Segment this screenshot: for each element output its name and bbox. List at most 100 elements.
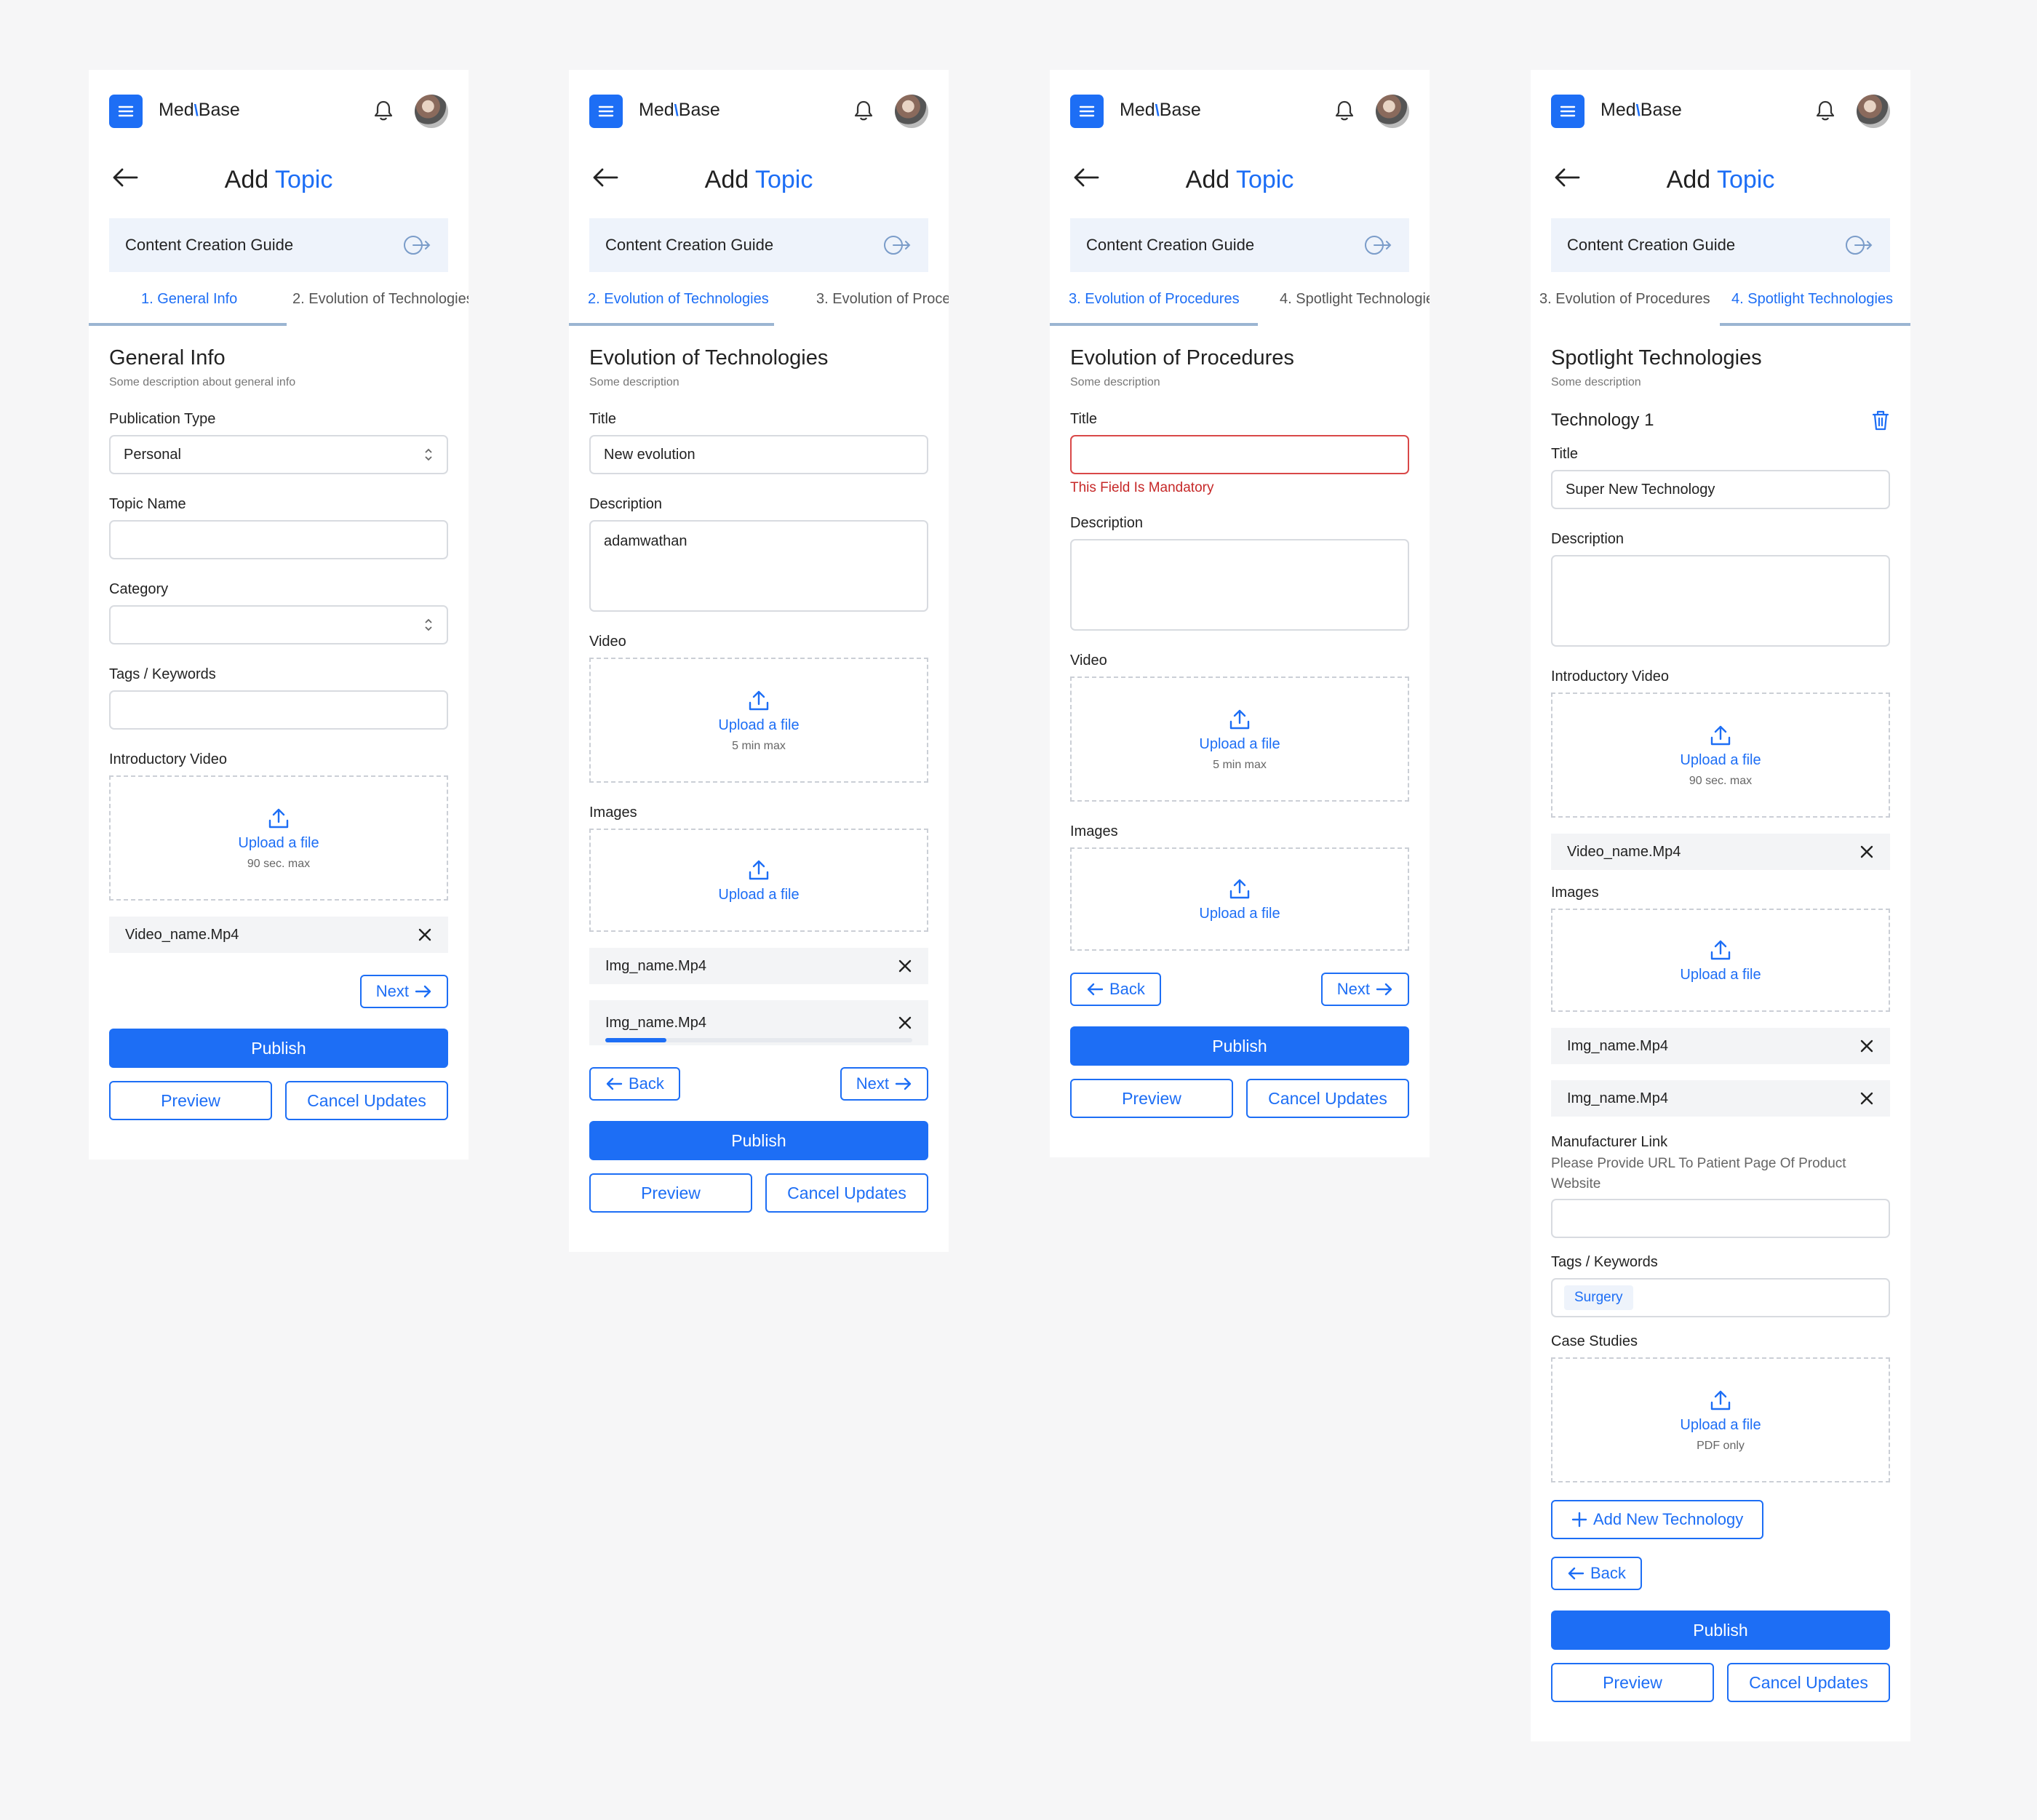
tab-evolution-procedures[interactable]: 3. Evolution of Procedures — [816, 291, 949, 308]
publish-button[interactable]: Publish — [109, 1029, 448, 1068]
step-tabs: 1. General Info 2. Evolution of Technolo… — [89, 272, 469, 326]
menu-icon — [598, 105, 614, 117]
close-icon[interactable] — [1859, 845, 1874, 859]
cancel-updates-button[interactable]: Cancel Updates — [1246, 1079, 1409, 1118]
exit-icon — [404, 236, 431, 255]
publish-button[interactable]: Publish — [1551, 1611, 1890, 1650]
error-message: This Field Is Mandatory — [1070, 480, 1214, 495]
cancel-updates-button[interactable]: Cancel Updates — [1727, 1663, 1890, 1702]
avatar[interactable] — [1376, 95, 1409, 128]
back-arrow-button[interactable] — [591, 166, 620, 193]
publish-button[interactable]: Publish — [1070, 1026, 1409, 1066]
add-new-technology-button[interactable]: Add New Technology — [1551, 1500, 1764, 1539]
avatar[interactable] — [895, 95, 928, 128]
menu-button[interactable] — [589, 95, 623, 128]
upload-progress-fill — [605, 1038, 667, 1042]
upload-link[interactable]: Upload a file — [718, 887, 799, 903]
cancel-updates-button[interactable]: Cancel Updates — [285, 1081, 448, 1120]
description-textarea[interactable]: adamwathan — [589, 520, 928, 612]
close-icon[interactable] — [1859, 1039, 1874, 1053]
description-textarea[interactable] — [1551, 555, 1890, 647]
back-arrow-button[interactable] — [111, 166, 140, 193]
notification-button[interactable] — [1814, 99, 1836, 126]
next-button[interactable]: Next — [1320, 973, 1409, 1006]
brand-logo[interactable]: Med\Base — [159, 100, 240, 121]
upload-link[interactable]: Upload a file — [1680, 1417, 1761, 1434]
title-input[interactable]: Super New Technology — [1551, 470, 1890, 509]
back-button[interactable]: Back — [1551, 1557, 1642, 1590]
tab-general-info[interactable]: 1. General Info — [141, 291, 237, 308]
tags-input[interactable]: Surgery — [1551, 1278, 1890, 1317]
publish-button[interactable]: Publish — [589, 1121, 928, 1160]
images-upload-dropzone[interactable]: Upload a file — [589, 829, 928, 932]
tag-chip[interactable]: Surgery — [1564, 1285, 1633, 1310]
content-guide-bar[interactable]: Content Creation Guide — [589, 218, 928, 272]
video-upload-dropzone[interactable]: Upload a file 5 min max — [1070, 676, 1409, 802]
next-button[interactable]: Next — [359, 975, 448, 1008]
preview-button[interactable]: Preview — [109, 1081, 272, 1120]
images-upload-dropzone[interactable]: Upload a file — [1070, 847, 1409, 951]
close-icon[interactable] — [898, 959, 912, 973]
manufacturer-link-input[interactable] — [1551, 1199, 1890, 1238]
upload-link[interactable]: Upload a file — [1680, 752, 1761, 769]
title-input[interactable]: New evolution — [589, 435, 928, 474]
description-label: Description — [1551, 531, 1625, 547]
brand-logo[interactable]: Med\Base — [639, 100, 720, 121]
notification-button[interactable] — [372, 99, 394, 126]
images-upload-dropzone[interactable]: Upload a file — [1551, 909, 1890, 1012]
menu-button[interactable] — [109, 95, 143, 128]
brand-logo[interactable]: Med\Base — [1600, 100, 1682, 121]
description-label: Description — [589, 496, 663, 512]
close-icon[interactable] — [418, 927, 432, 942]
avatar[interactable] — [1857, 95, 1890, 128]
close-icon[interactable] — [898, 1015, 912, 1030]
trash-icon[interactable] — [1871, 410, 1890, 431]
content-guide-bar[interactable]: Content Creation Guide — [109, 218, 448, 272]
step-tabs: 2. Evolution of Technologies 3. Evolutio… — [569, 272, 949, 326]
topic-name-input[interactable] — [109, 520, 448, 559]
description-textarea[interactable] — [1070, 539, 1409, 631]
preview-button[interactable]: Preview — [589, 1173, 752, 1213]
video-upload-dropzone[interactable]: Upload a file 90 sec. max — [1551, 693, 1890, 818]
back-button[interactable]: Back — [589, 1067, 680, 1101]
brand-logo[interactable]: Med\Base — [1120, 100, 1201, 121]
video-upload-dropzone[interactable]: Upload a file 5 min max — [589, 658, 928, 783]
content-guide-bar[interactable]: Content Creation Guide — [1551, 218, 1890, 272]
arrow-left-icon — [1074, 168, 1099, 187]
close-icon[interactable] — [1859, 1091, 1874, 1106]
arrow-left-icon — [593, 168, 618, 187]
tags-input[interactable] — [109, 690, 448, 730]
video-upload-dropzone[interactable]: Upload a file 90 sec. max — [109, 775, 448, 901]
notification-button[interactable] — [853, 99, 874, 126]
tab-evolution-procedures[interactable]: 3. Evolution of Procedures — [1069, 291, 1240, 308]
tab-spotlight-technologies[interactable]: 4. Spotlight Technologies — [1280, 291, 1430, 308]
arrow-left-icon — [1555, 168, 1580, 187]
upload-link[interactable]: Upload a file — [1199, 906, 1280, 922]
cancel-updates-button[interactable]: Cancel Updates — [765, 1173, 928, 1213]
tab-spotlight-technologies[interactable]: 4. Spotlight Technologies — [1731, 291, 1893, 308]
upload-icon — [1710, 940, 1731, 959]
content-guide-bar[interactable]: Content Creation Guide — [1070, 218, 1409, 272]
preview-button[interactable]: Preview — [1551, 1663, 1714, 1702]
upload-link[interactable]: Upload a file — [718, 717, 799, 734]
tab-evolution-technologies[interactable]: 2. Evolution of Technologies — [588, 291, 769, 308]
notification-button[interactable] — [1334, 99, 1355, 126]
category-select[interactable] — [109, 605, 448, 644]
menu-button[interactable] — [1070, 95, 1104, 128]
upload-link[interactable]: Upload a file — [1680, 967, 1761, 983]
title-input[interactable] — [1070, 435, 1409, 474]
upload-link[interactable]: Upload a file — [238, 835, 319, 852]
arrow-left-icon — [606, 1077, 623, 1090]
publication-type-select[interactable]: Personal — [109, 435, 448, 474]
menu-button[interactable] — [1551, 95, 1584, 128]
preview-button[interactable]: Preview — [1070, 1079, 1233, 1118]
next-button[interactable]: Next — [840, 1067, 928, 1101]
tab-evolution-procedures[interactable]: 3. Evolution of Procedures — [1539, 291, 1710, 308]
tab-evolution-technologies[interactable]: 2. Evolution of Technologies — [292, 291, 469, 308]
back-arrow-button[interactable] — [1072, 166, 1101, 193]
back-arrow-button[interactable] — [1552, 166, 1582, 193]
case-studies-upload-dropzone[interactable]: Upload a file PDF only — [1551, 1357, 1890, 1482]
avatar[interactable] — [415, 95, 448, 128]
back-button[interactable]: Back — [1070, 973, 1161, 1006]
upload-link[interactable]: Upload a file — [1199, 736, 1280, 753]
